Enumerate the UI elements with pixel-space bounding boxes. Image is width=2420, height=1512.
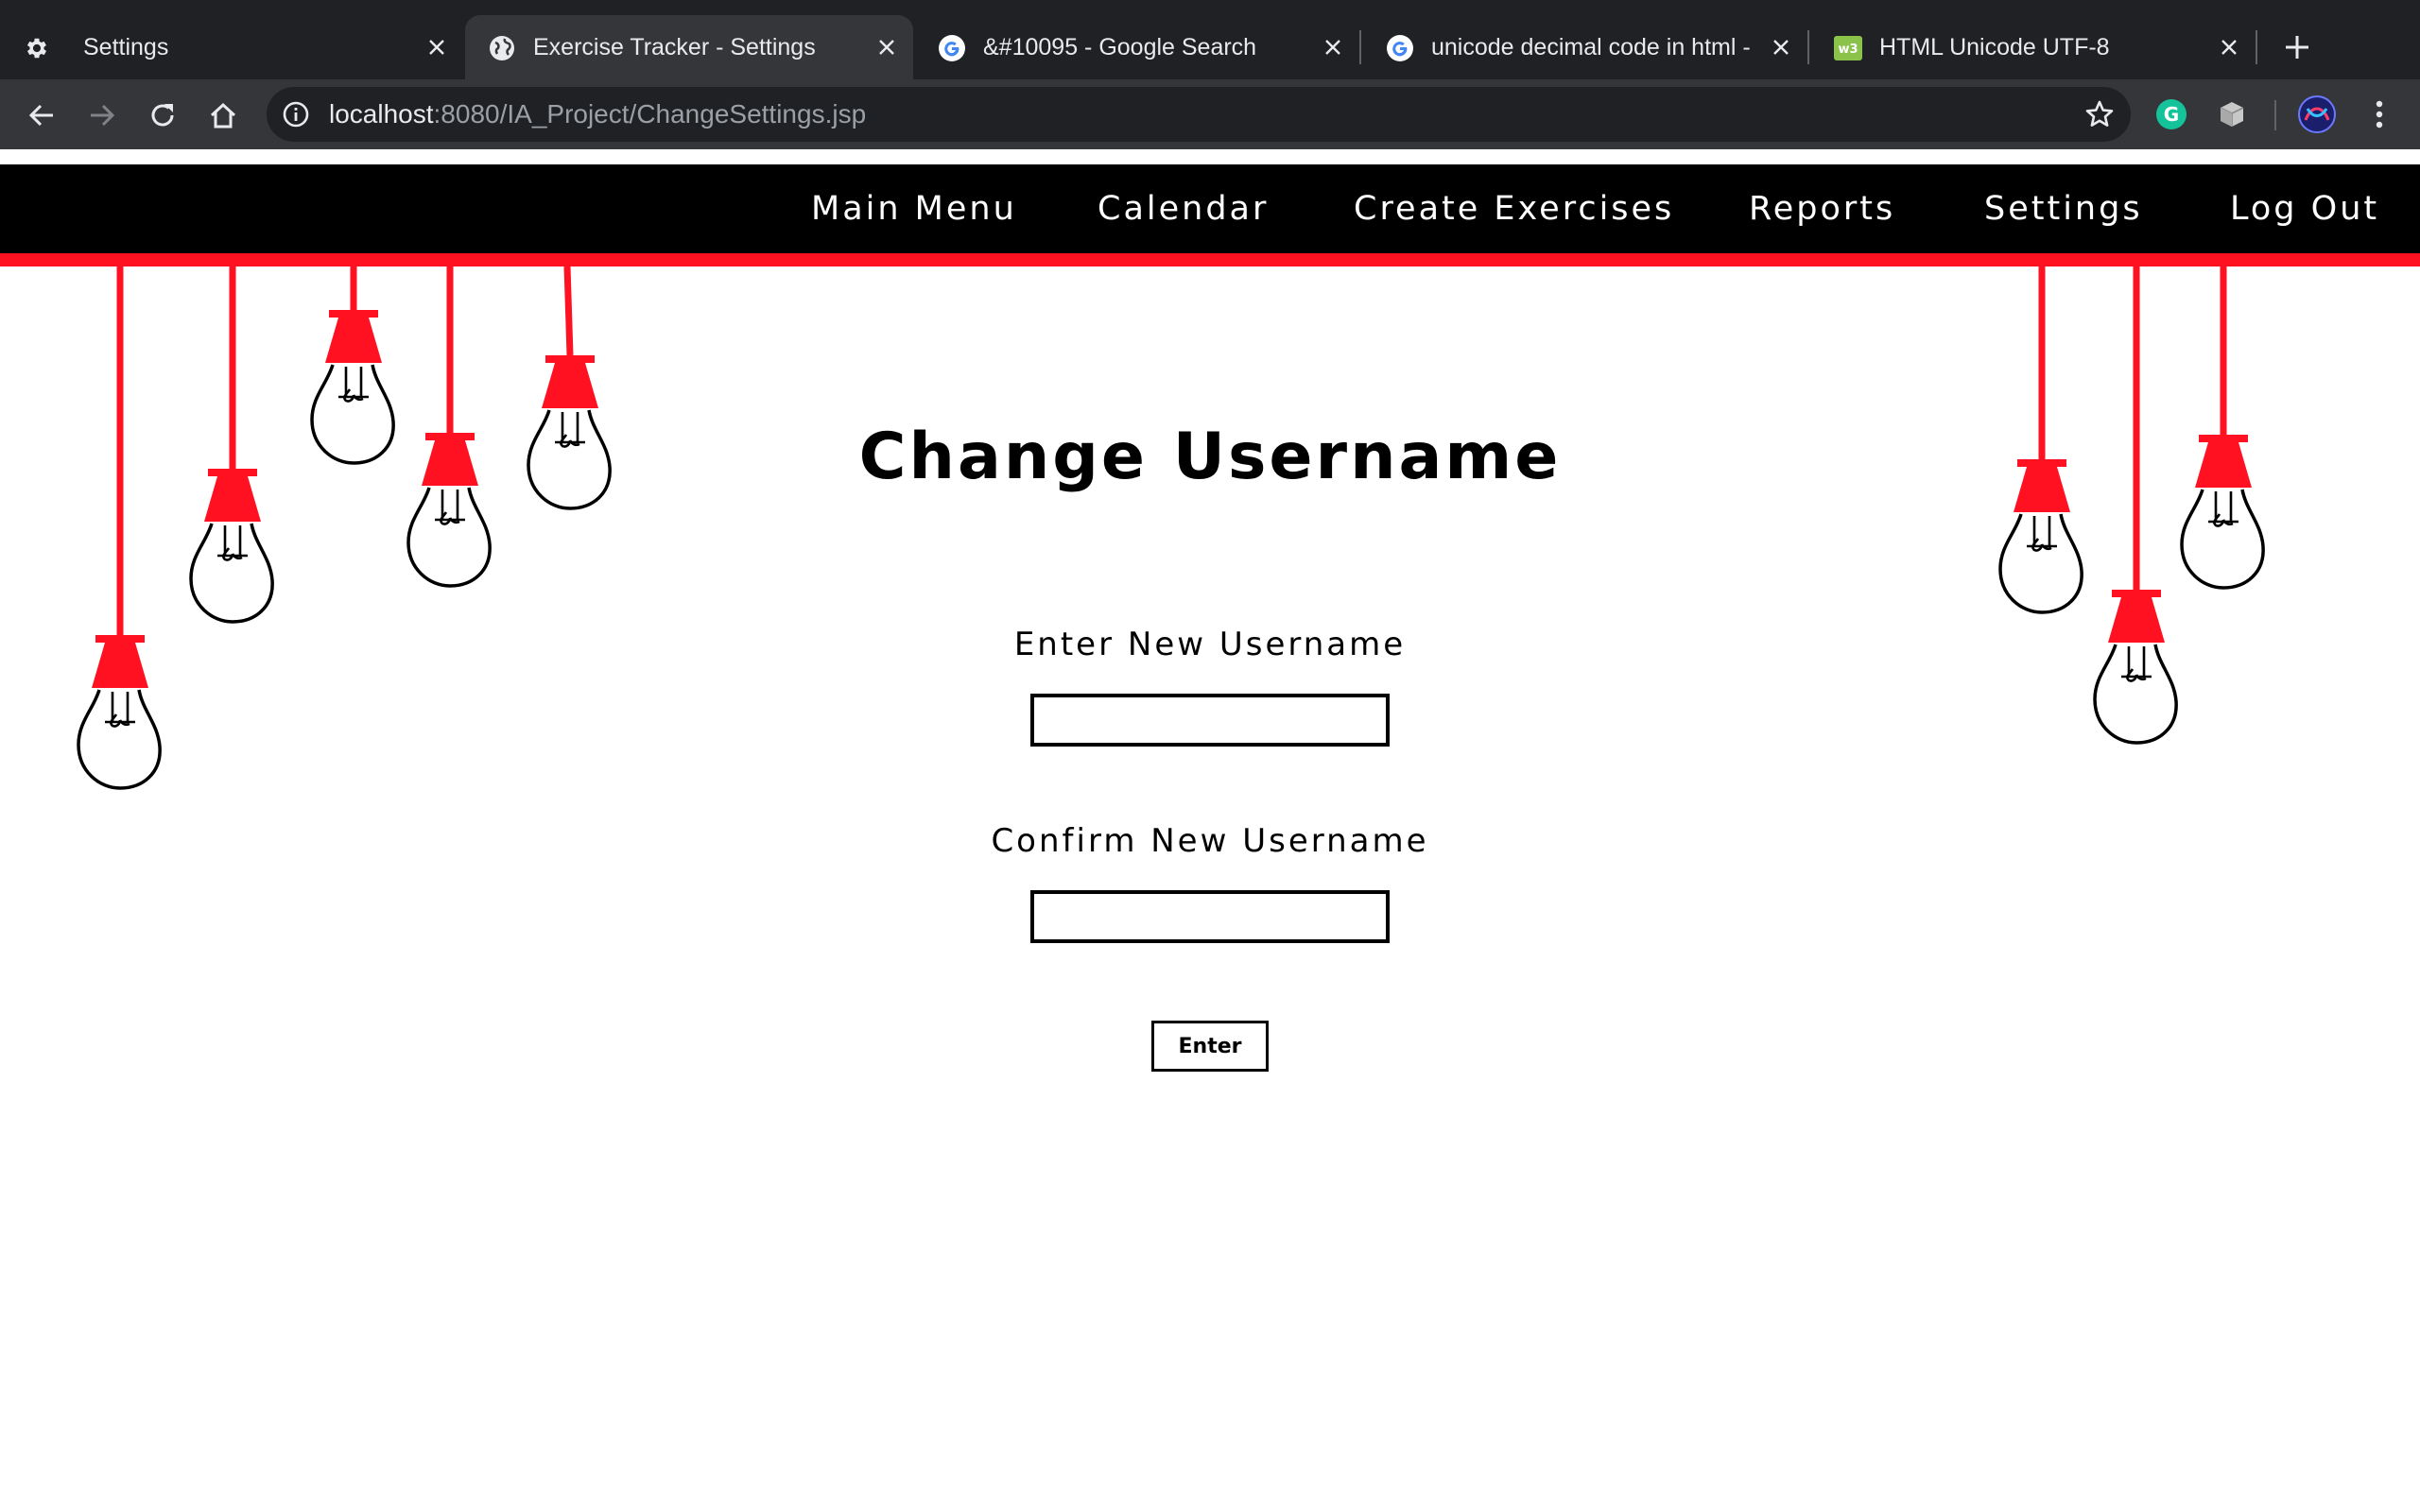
tab-settings[interactable]: Settings	[0, 15, 463, 79]
back-arrow-icon[interactable]	[21, 94, 62, 136]
page-content: Main Menu Calendar Create Exercises Repo…	[0, 149, 2420, 1512]
reload-icon[interactable]	[142, 94, 183, 136]
tab-html-unicode[interactable]: w3 HTML Unicode UTF-8	[1811, 15, 2256, 79]
close-icon[interactable]	[1320, 34, 1346, 60]
url-text: localhost:8080/IA_Project/ChangeSettings…	[329, 87, 866, 142]
kebab-menu-icon[interactable]	[2360, 94, 2399, 134]
globe-icon	[488, 34, 516, 62]
url-host: localhost	[329, 99, 434, 129]
close-icon[interactable]	[1768, 34, 1794, 60]
new-username-label: Enter New Username	[1013, 626, 1407, 663]
tab-unicode-decimal-search[interactable]: unicode decimal code in html - G	[1363, 15, 1807, 79]
tab-divider	[2256, 30, 2257, 64]
google-icon	[1386, 34, 1414, 62]
confirm-username-label: Confirm New Username	[991, 822, 1429, 860]
close-icon[interactable]	[2216, 34, 2242, 60]
gear-icon	[23, 34, 51, 62]
confirm-username-input[interactable]	[1030, 890, 1390, 943]
enter-button[interactable]: Enter	[1151, 1021, 1269, 1072]
page-title: Change Username	[858, 420, 1562, 494]
svg-text:G: G	[2164, 103, 2179, 126]
tab-divider	[1807, 30, 1809, 64]
tab-title: unicode decimal code in html - G	[1431, 34, 1751, 60]
tab-strip: Settings Exercise Tracker - Settings &#1…	[0, 0, 2420, 79]
toolbar-divider	[2274, 100, 2276, 130]
star-icon[interactable]	[2082, 96, 2118, 132]
bulb-1	[77, 266, 162, 790]
info-icon[interactable]	[280, 98, 312, 130]
grammarly-icon[interactable]: G	[2152, 94, 2191, 134]
tab-exercise-tracker-settings[interactable]: Exercise Tracker - Settings	[465, 15, 913, 79]
w3schools-icon: w3	[1834, 34, 1862, 62]
address-bar[interactable]: localhost:8080/IA_Project/ChangeSettings…	[267, 87, 2131, 142]
svg-text:w3: w3	[1838, 43, 1858, 57]
tab-title: Exercise Tracker - Settings	[533, 34, 816, 60]
avatar[interactable]	[2297, 94, 2337, 134]
browser-toolbar: localhost:8080/IA_Project/ChangeSettings…	[0, 79, 2420, 149]
forward-arrow-icon[interactable]	[81, 94, 123, 136]
new-tab-icon[interactable]	[2278, 28, 2316, 66]
google-icon	[938, 34, 966, 62]
home-icon[interactable]	[202, 94, 244, 136]
tab-google-search[interactable]: &#10095 - Google Search	[915, 15, 1359, 79]
tab-title: Settings	[83, 34, 169, 60]
tab-title: HTML Unicode UTF-8	[1879, 34, 2110, 60]
bulb-7	[2093, 266, 2178, 745]
cube-extension-icon[interactable]	[2212, 94, 2252, 134]
close-icon[interactable]	[424, 34, 450, 60]
new-username-input[interactable]	[1030, 694, 1390, 747]
close-icon[interactable]	[873, 34, 900, 60]
tab-title: &#10095 - Google Search	[983, 34, 1257, 60]
tab-divider	[1359, 30, 1361, 64]
url-path: :8080/IA_Project/ChangeSettings.jsp	[433, 99, 867, 129]
